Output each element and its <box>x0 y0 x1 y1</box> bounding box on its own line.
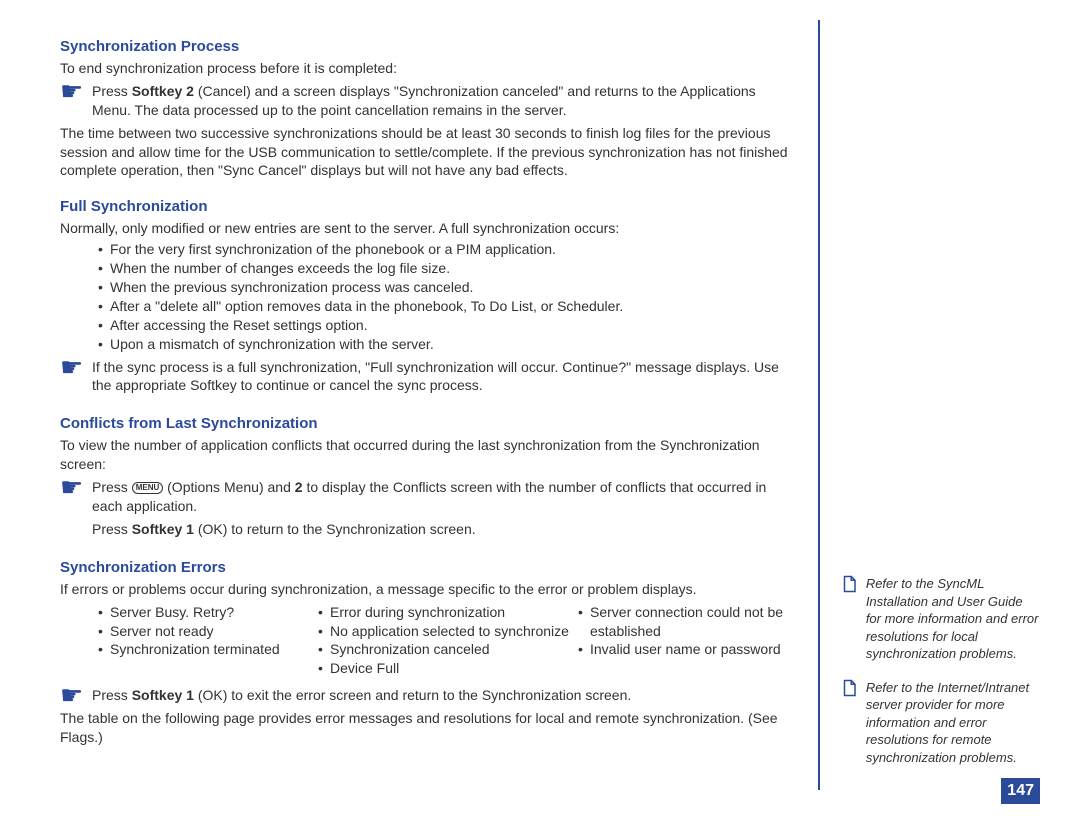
sidebar-note-2: Refer to the Internet/Intranet server pr… <box>840 679 1040 767</box>
error-col-3: Server connection could not be establish… <box>578 603 798 679</box>
list-item: Error during synchronization <box>318 603 578 622</box>
sidebar-note-1: Refer to the SyncML Installation and Use… <box>840 575 1040 663</box>
list-item: Synchronization terminated <box>98 640 318 659</box>
sidebar-column: Refer to the SyncML Installation and Use… <box>820 30 1040 790</box>
heading-full-sync: Full Synchronization <box>60 198 798 215</box>
list-item: Upon a mismatch of synchronization with … <box>98 335 798 354</box>
pointer-text: Press Softkey 1 (OK) to exit the error s… <box>92 686 798 705</box>
sync-process-pointer: ☛ Press Softkey 2 (Cancel) and a screen … <box>60 82 798 120</box>
page-icon <box>840 679 858 697</box>
full-sync-bullets: For the very first synchronization of th… <box>60 240 798 353</box>
errors-para: The table on the following page provides… <box>60 709 798 747</box>
conflicts-intro: To view the number of application confli… <box>60 436 798 474</box>
list-item: Synchronization canceled <box>318 640 578 659</box>
sync-process-para: The time between two successive synchron… <box>60 124 798 181</box>
list-item: When the previous synchronization proces… <box>98 278 798 297</box>
list-item: When the number of changes exceeds the l… <box>98 259 798 278</box>
full-sync-intro: Normally, only modified or new entries a… <box>60 219 798 238</box>
list-item: Server not ready <box>98 622 318 641</box>
pointer-icon: ☛ <box>60 686 92 705</box>
pointer-icon: ☛ <box>60 478 92 539</box>
list-item: Device Full <box>318 659 578 678</box>
note-text: Refer to the Internet/Intranet server pr… <box>866 679 1040 767</box>
errors-pointer: ☛ Press Softkey 1 (OK) to exit the error… <box>60 686 798 705</box>
conflicts-pointer: ☛ Press MENU (Options Menu) and 2 to dis… <box>60 478 798 539</box>
note-icon <box>840 575 866 663</box>
list-item: Server Busy. Retry? <box>98 603 318 622</box>
page-number: 147 <box>1001 778 1040 804</box>
error-columns: Server Busy. Retry? Server not ready Syn… <box>60 603 798 679</box>
note-icon <box>840 679 866 767</box>
note-text: Refer to the SyncML Installation and Use… <box>866 575 1040 663</box>
main-column: Synchronization Process To end synchroni… <box>60 30 818 790</box>
list-item: For the very first synchronization of th… <box>98 240 798 259</box>
error-col-1: Server Busy. Retry? Server not ready Syn… <box>98 603 318 679</box>
list-item: No application selected to synchronize <box>318 622 578 641</box>
list-item-cont: established <box>578 622 798 641</box>
heading-sync-errors: Synchronization Errors <box>60 559 798 576</box>
page-content: Synchronization Process To end synchroni… <box>0 0 1080 790</box>
sync-process-intro: To end synchronization process before it… <box>60 59 798 78</box>
list-item: Invalid user name or password <box>578 640 798 659</box>
error-col-2: Error during synchronization No applicat… <box>318 603 578 679</box>
menu-pill-icon: MENU <box>132 482 164 494</box>
list-item: After accessing the Reset settings optio… <box>98 316 798 335</box>
pointer-text: If the sync process is a full synchroniz… <box>92 358 798 396</box>
pointer-text: Press Softkey 2 (Cancel) and a screen di… <box>92 82 798 120</box>
heading-sync-process: Synchronization Process <box>60 38 798 55</box>
pointer-text: Press MENU (Options Menu) and 2 to displ… <box>92 478 798 539</box>
list-item: After a "delete all" option removes data… <box>98 297 798 316</box>
list-item: Server connection could not be <box>578 603 798 622</box>
page-icon <box>840 575 858 593</box>
pointer-icon: ☛ <box>60 82 92 120</box>
errors-intro: If errors or problems occur during synch… <box>60 580 798 599</box>
full-sync-pointer: ☛ If the sync process is a full synchron… <box>60 358 798 396</box>
pointer-icon: ☛ <box>60 358 92 396</box>
heading-conflicts: Conflicts from Last Synchronization <box>60 415 798 432</box>
